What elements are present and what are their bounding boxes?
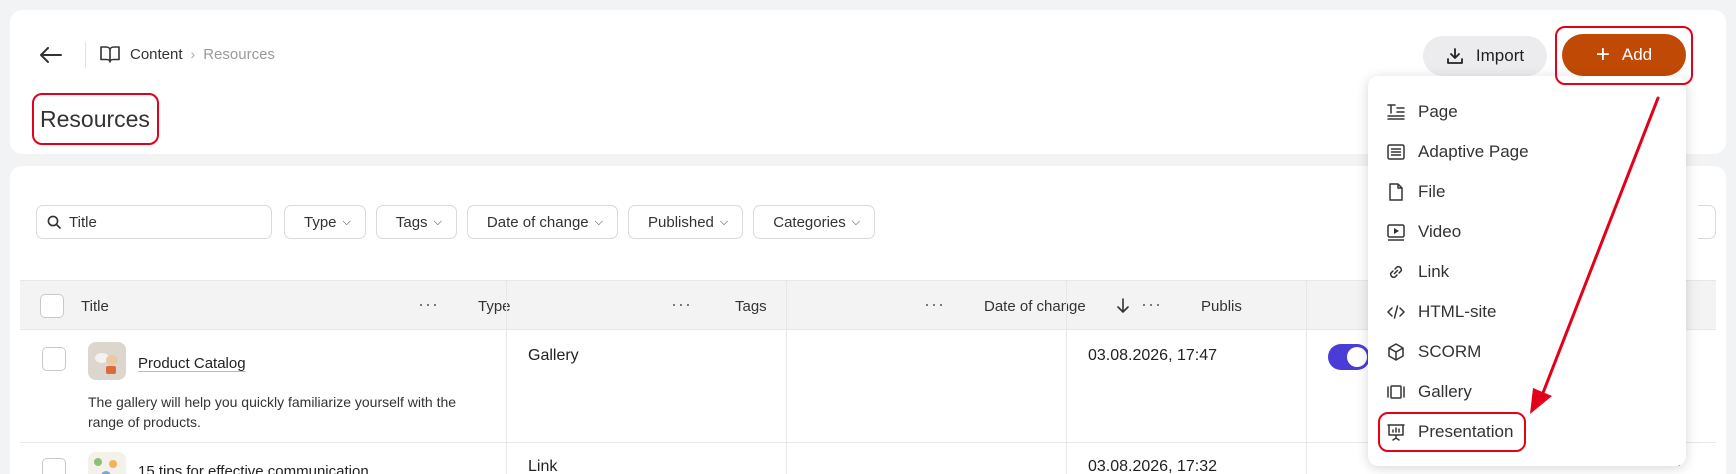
menu-item-label: Page (1418, 102, 1458, 121)
presentation-icon (1387, 424, 1405, 441)
menu-item-page[interactable]: Page (1386, 97, 1458, 127)
gallery-icon (1387, 385, 1405, 399)
chevron-down-icon: ⌵ (719, 215, 729, 228)
chevron-down-icon: ⌵ (342, 215, 351, 228)
filter-categories-label: Categories (773, 213, 846, 231)
plus-icon: + (1595, 41, 1610, 68)
column-divider (1306, 280, 1307, 474)
menu-item-label: Gallery (1418, 382, 1472, 401)
menu-item-label: HTML-site (1418, 302, 1497, 321)
cube-icon (1388, 343, 1404, 361)
row-checkbox[interactable] (42, 347, 66, 371)
resource-thumbnail (88, 342, 126, 380)
resource-type: Gallery (528, 347, 579, 364)
filter-published-label: Published (648, 213, 714, 231)
menu-item-link[interactable]: Link (1386, 257, 1449, 287)
column-divider (1066, 280, 1067, 474)
arrow-left-icon (40, 47, 62, 63)
back-button[interactable] (40, 44, 70, 66)
menu-item-label: Adaptive Page (1418, 142, 1529, 161)
menu-item-adaptive-page[interactable]: Adaptive Page (1386, 137, 1529, 167)
filter-tags-label: Tags (395, 213, 428, 231)
filter-date-label: Date of change (486, 213, 589, 231)
resource-type: Link (528, 458, 558, 474)
file-icon (1389, 183, 1403, 201)
add-label: Add (1621, 45, 1653, 64)
adaptive-page-icon (1387, 144, 1405, 160)
filter-type-label: Type (304, 213, 337, 231)
breadcrumb: Content › Resources (100, 45, 275, 63)
menu-item-label: SCORM (1418, 342, 1482, 361)
menu-item-file[interactable]: File (1386, 177, 1445, 207)
filter-date-of-change[interactable]: Date of change ⌵ (466, 205, 618, 239)
resource-date: 03.08.2026, 17:47 (1088, 347, 1218, 364)
resource-title-link[interactable]: Product Catalog (138, 355, 246, 372)
code-icon (1387, 305, 1405, 319)
download-icon (1447, 48, 1463, 64)
column-published[interactable]: Publis (1201, 281, 1242, 331)
link-icon (1389, 265, 1403, 279)
published-toggle[interactable] (1328, 344, 1370, 370)
menu-item-video[interactable]: Video (1386, 217, 1461, 247)
search-icon (47, 215, 61, 229)
column-date[interactable]: Date of change (984, 281, 1086, 331)
chevron-down-icon: ⌵ (433, 215, 442, 228)
filter-categories[interactable]: Categories ⌵ (753, 205, 876, 239)
menu-item-label: File (1418, 182, 1446, 201)
menu-item-label: Video (1418, 222, 1462, 241)
chevron-right-icon: › (190, 46, 196, 62)
add-dropdown-menu: Page Adaptive Page File Video Link HTML-… (1368, 76, 1686, 466)
filter-published[interactable]: Published ⌵ (628, 205, 744, 239)
column-tags-menu-icon[interactable]: ··· (924, 294, 945, 315)
import-button[interactable]: Import (1423, 36, 1547, 76)
column-tags[interactable]: Tags (735, 281, 767, 331)
menu-item-presentation[interactable]: Presentation (1386, 417, 1513, 447)
column-title-menu-icon[interactable]: ··· (418, 294, 439, 315)
book-icon (100, 45, 120, 63)
menu-item-scorm[interactable]: SCORM (1386, 337, 1481, 367)
filter-tags[interactable]: Tags ⌵ (375, 205, 457, 239)
column-divider (786, 280, 787, 474)
resource-date: 03.08.2026, 17:32 (1088, 458, 1218, 474)
resource-description: The gallery will help you quickly famili… (88, 394, 457, 430)
chevron-down-icon: ⌵ (851, 215, 861, 228)
view-toggle-edge[interactable] (1698, 205, 1716, 239)
video-icon (1387, 224, 1405, 241)
page-icon (1387, 104, 1405, 120)
breadcrumb-content[interactable]: Content (130, 46, 183, 63)
search-input[interactable] (69, 213, 249, 231)
filter-type[interactable]: Type ⌵ (284, 205, 366, 239)
column-title[interactable]: Title (81, 281, 109, 331)
chevron-down-icon: ⌵ (594, 215, 603, 228)
sort-arrow-down-icon[interactable] (1117, 281, 1129, 331)
import-label: Import (1475, 46, 1525, 65)
column-date-menu-icon[interactable]: ··· (1141, 294, 1162, 315)
search-field[interactable] (36, 205, 272, 239)
menu-item-label: Presentation (1418, 422, 1514, 441)
menu-item-html-site[interactable]: HTML-site (1386, 297, 1496, 327)
row-checkbox[interactable] (42, 458, 66, 474)
select-all-checkbox[interactable] (40, 294, 64, 318)
filter-bar: Type ⌵ Tags ⌵ Date of change ⌵ Published ⌵ C… (36, 205, 885, 239)
resource-title-link[interactable]: 15 tips for effective communication (138, 463, 369, 474)
breadcrumb-current: Resources (203, 45, 275, 63)
column-divider (506, 280, 507, 474)
column-type-menu-icon[interactable]: ··· (671, 294, 692, 315)
header-divider (85, 42, 86, 68)
add-button[interactable]: + Add (1562, 34, 1686, 76)
menu-item-gallery[interactable]: Gallery (1386, 377, 1472, 407)
menu-item-label: Link (1418, 262, 1450, 281)
page-title: Resources (40, 106, 150, 132)
resource-thumbnail (88, 452, 126, 474)
